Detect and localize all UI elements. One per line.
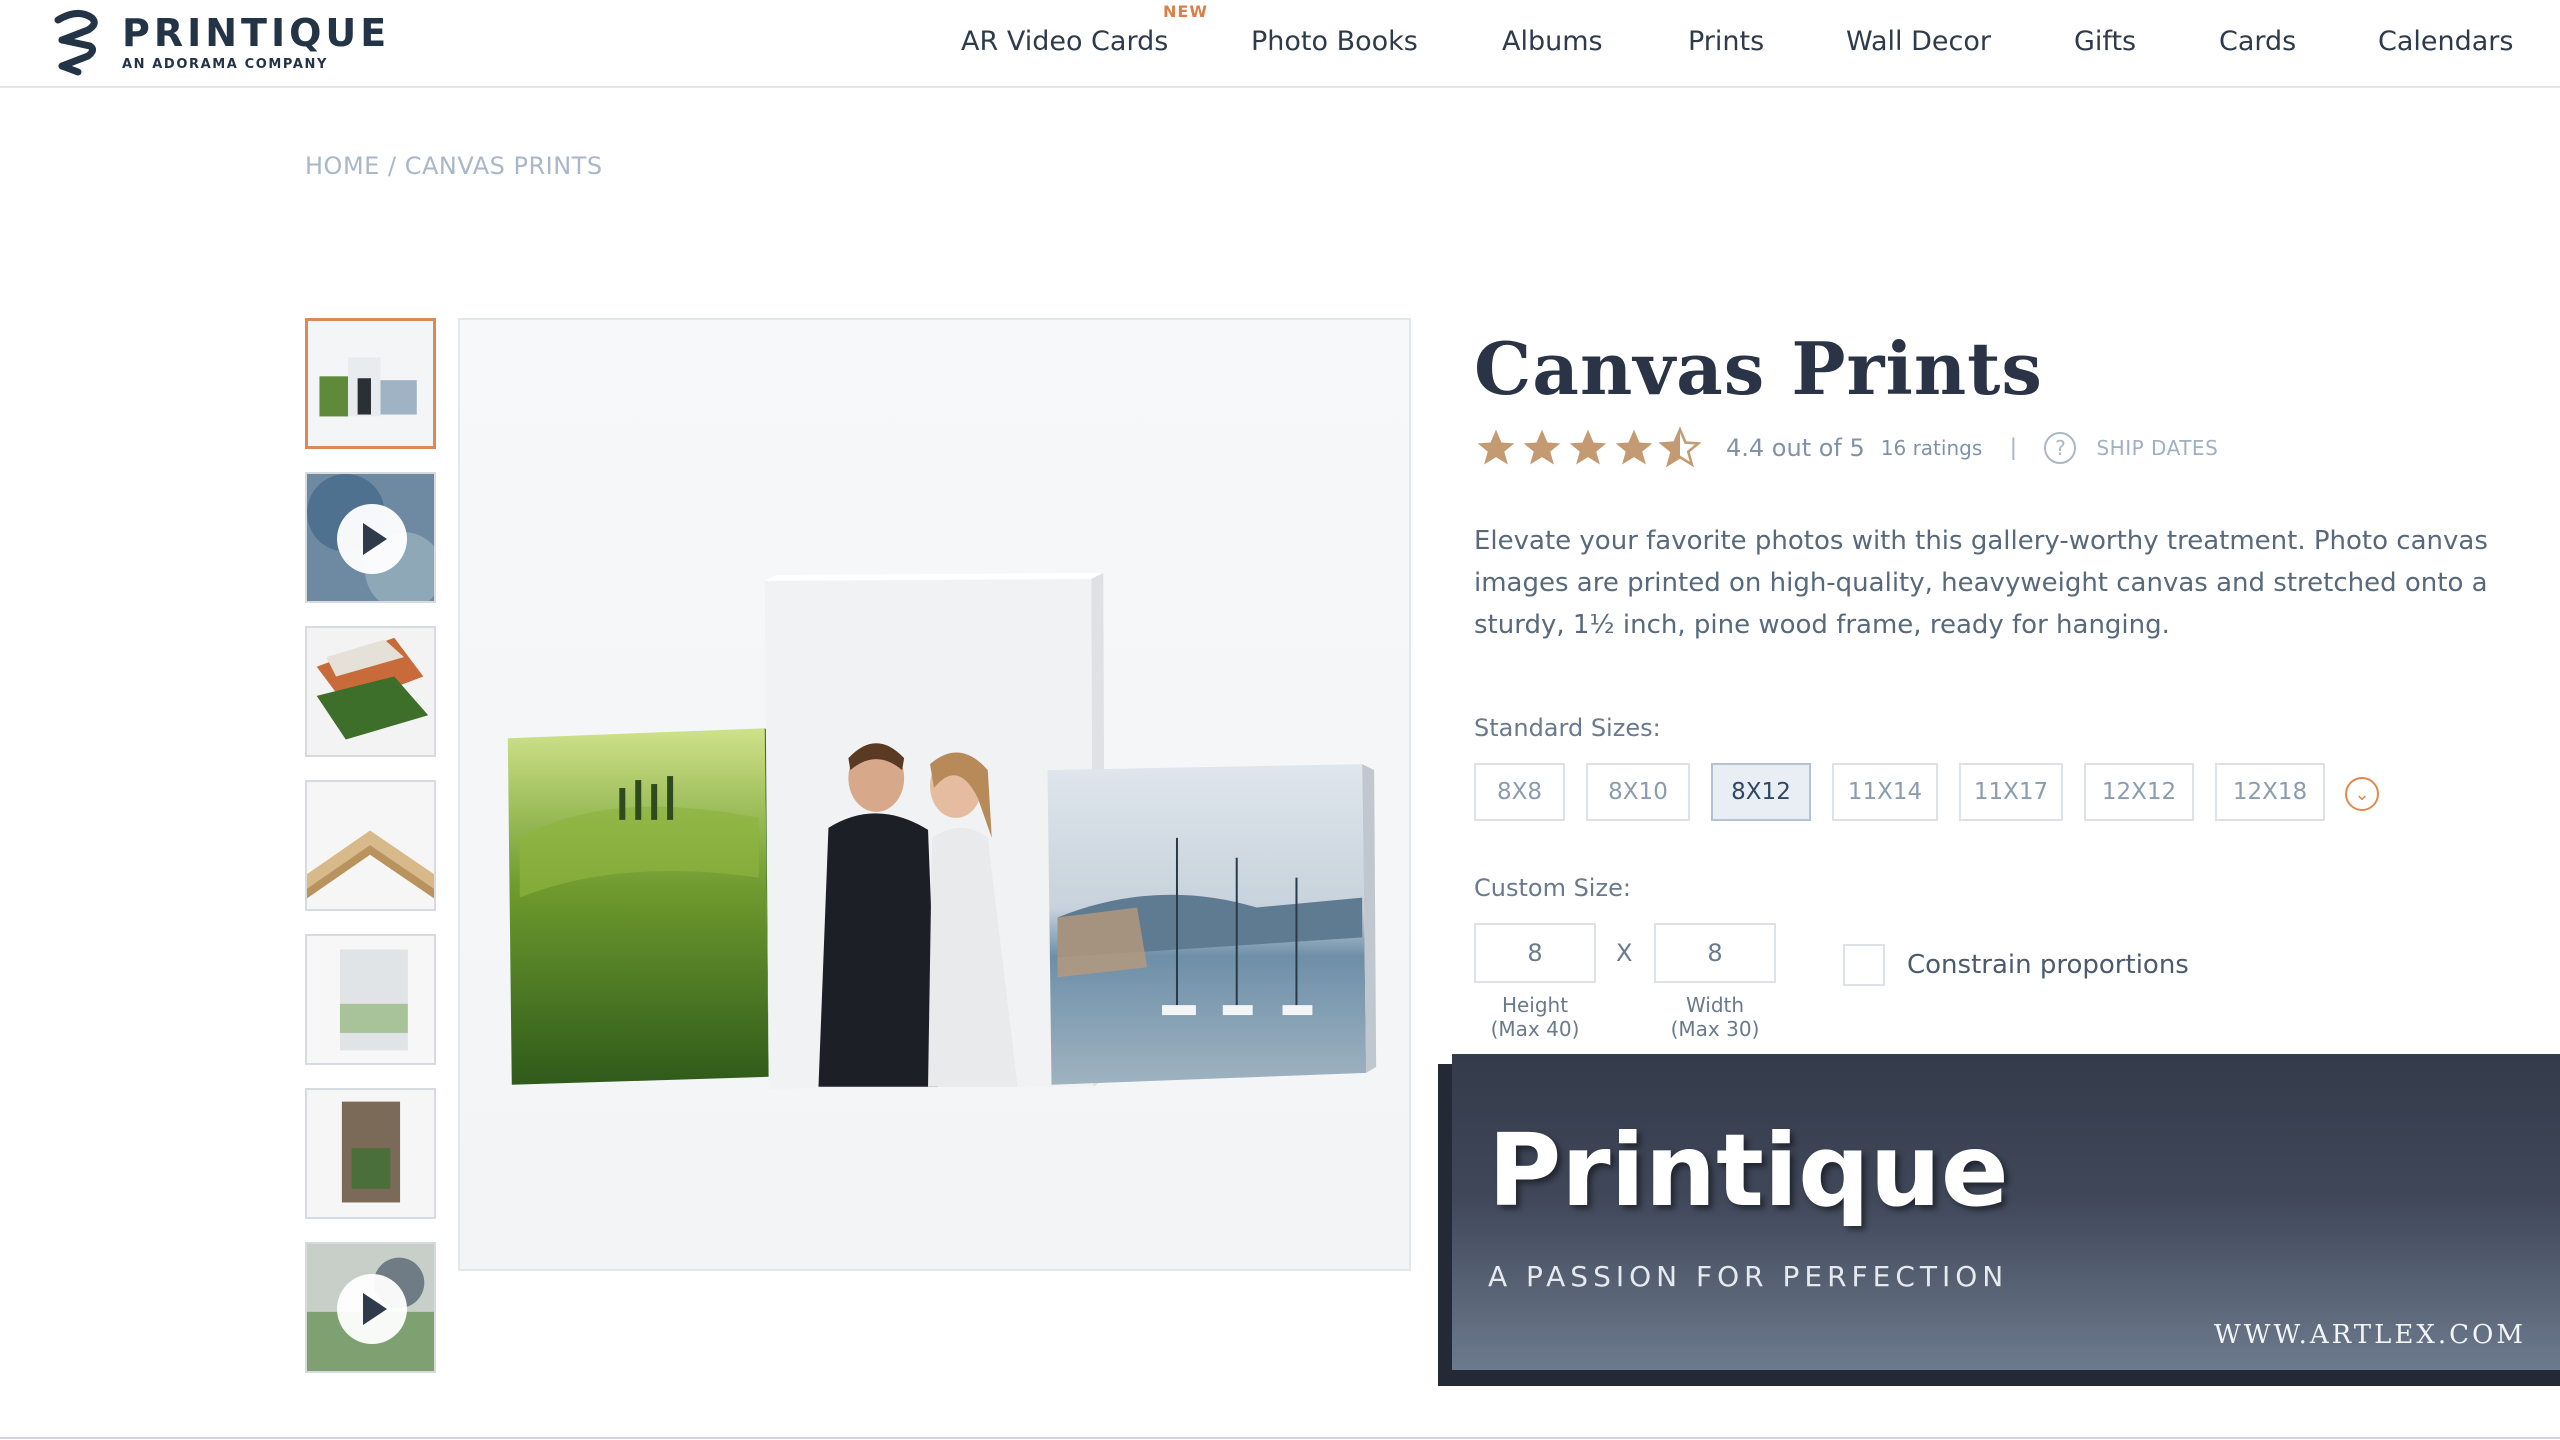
ship-dates-link[interactable]: SHIP DATES [2096, 436, 2218, 460]
rating-row: 4.4 out of 5 16 ratings | ? SHIP DATES [1474, 426, 2218, 470]
thumbnail-3[interactable] [305, 626, 436, 757]
constrain-proportions-checkbox[interactable] [1843, 944, 1885, 986]
thumbnail-2-video[interactable] [305, 472, 436, 603]
star-icon [1523, 429, 1561, 465]
site-header: PRINTIQUE AN ADORAMA COMPANY NEW AR Vide… [0, 0, 2560, 88]
breadcrumb-separator: / [387, 152, 397, 180]
nav-calendars[interactable]: Calendars [2378, 26, 2513, 57]
thumbnail-6[interactable] [305, 1088, 436, 1219]
nav-photo-books[interactable]: Photo Books [1251, 26, 1418, 57]
thumbnail-image [307, 782, 434, 909]
star-half-icon [1658, 426, 1702, 468]
star-icon [1477, 429, 1515, 465]
banner-title: Printique [1488, 1112, 2009, 1229]
size-option-12x18[interactable]: 12X18 [2215, 763, 2325, 821]
dimension-separator: X [1616, 939, 1633, 967]
product-description: Elevate your favorite photos with this g… [1474, 526, 2488, 640]
ratings-count-link[interactable]: 16 ratings [1881, 436, 1982, 460]
height-caption-label: Height [1501, 993, 1569, 1017]
thumbnail-image [308, 321, 433, 446]
height-caption: Height (Max 40) [1474, 993, 1596, 1041]
thumbnail-image [307, 1090, 434, 1217]
width-caption-max: (Max 30) [1670, 1017, 1760, 1041]
width-input[interactable] [1654, 923, 1776, 983]
product-title: Canvas Prints [1474, 326, 2043, 411]
height-input[interactable] [1474, 923, 1596, 983]
star-icon [1615, 429, 1653, 465]
size-option-11x14[interactable]: 11X14 [1832, 763, 1938, 821]
constrain-proportions: Constrain proportions [1843, 944, 2189, 986]
thumbnail-7-video[interactable] [305, 1242, 436, 1373]
rating-score: 4.4 out of 5 [1726, 434, 1865, 462]
custom-size-label: Custom Size: [1474, 874, 1631, 902]
star-rating[interactable] [1474, 426, 1704, 470]
help-icon[interactable]: ? [2044, 432, 2077, 464]
chevron-down-icon[interactable]: ⌄ [2345, 777, 2379, 811]
thumbnail-5[interactable] [305, 934, 436, 1065]
thumbnail-1[interactable] [305, 318, 436, 449]
width-caption: Width (Max 30) [1654, 993, 1776, 1041]
size-option-12x12[interactable]: 12X12 [2084, 763, 2194, 821]
banner-tagline: A PASSION FOR PERFECTION [1488, 1260, 2009, 1293]
constrain-proportions-label: Constrain proportions [1907, 950, 2189, 980]
main-nav: NEW AR Video Cards Photo Books Albums Pr… [0, 0, 2560, 88]
size-option-8x12[interactable]: 8X12 [1711, 763, 1811, 821]
thumbnail-image [307, 936, 434, 1063]
nav-gifts[interactable]: Gifts [2074, 26, 2136, 57]
breadcrumb-home[interactable]: HOME [305, 152, 380, 180]
main-product-image [458, 318, 1411, 1271]
play-icon [337, 1274, 407, 1344]
thumbnail-image [307, 628, 434, 755]
new-badge: NEW [1163, 2, 1208, 21]
breadcrumb: HOME / CANVAS PRINTS [305, 152, 603, 180]
nav-albums[interactable]: Albums [1502, 26, 1603, 57]
banner-url: WWW.ARTLEX.COM [2214, 1320, 2526, 1350]
rating-separator: | [2010, 434, 2017, 461]
play-icon [337, 504, 407, 574]
breadcrumb-current[interactable]: CANVAS PRINTS [405, 152, 603, 180]
nav-wall-decor[interactable]: Wall Decor [1846, 26, 1991, 57]
thumbnail-4[interactable] [305, 780, 436, 911]
size-option-11x17[interactable]: 11X17 [1959, 763, 2063, 821]
overlay-banner: Printique A PASSION FOR PERFECTION WWW.A… [1452, 1054, 2560, 1370]
nav-cards[interactable]: Cards [2219, 26, 2296, 57]
width-caption-label: Width [1685, 993, 1745, 1017]
star-icon [1569, 429, 1607, 465]
canvas-prints-illustration [507, 572, 1377, 1089]
nav-prints[interactable]: Prints [1688, 26, 1764, 57]
size-option-8x10[interactable]: 8X10 [1586, 763, 1690, 821]
standard-sizes-label: Standard Sizes: [1474, 714, 1661, 742]
height-caption-max: (Max 40) [1490, 1017, 1580, 1041]
nav-ar-video-cards[interactable]: AR Video Cards [961, 26, 1168, 57]
size-option-8x8[interactable]: 8X8 [1474, 763, 1565, 821]
bottom-divider [0, 1437, 2560, 1439]
